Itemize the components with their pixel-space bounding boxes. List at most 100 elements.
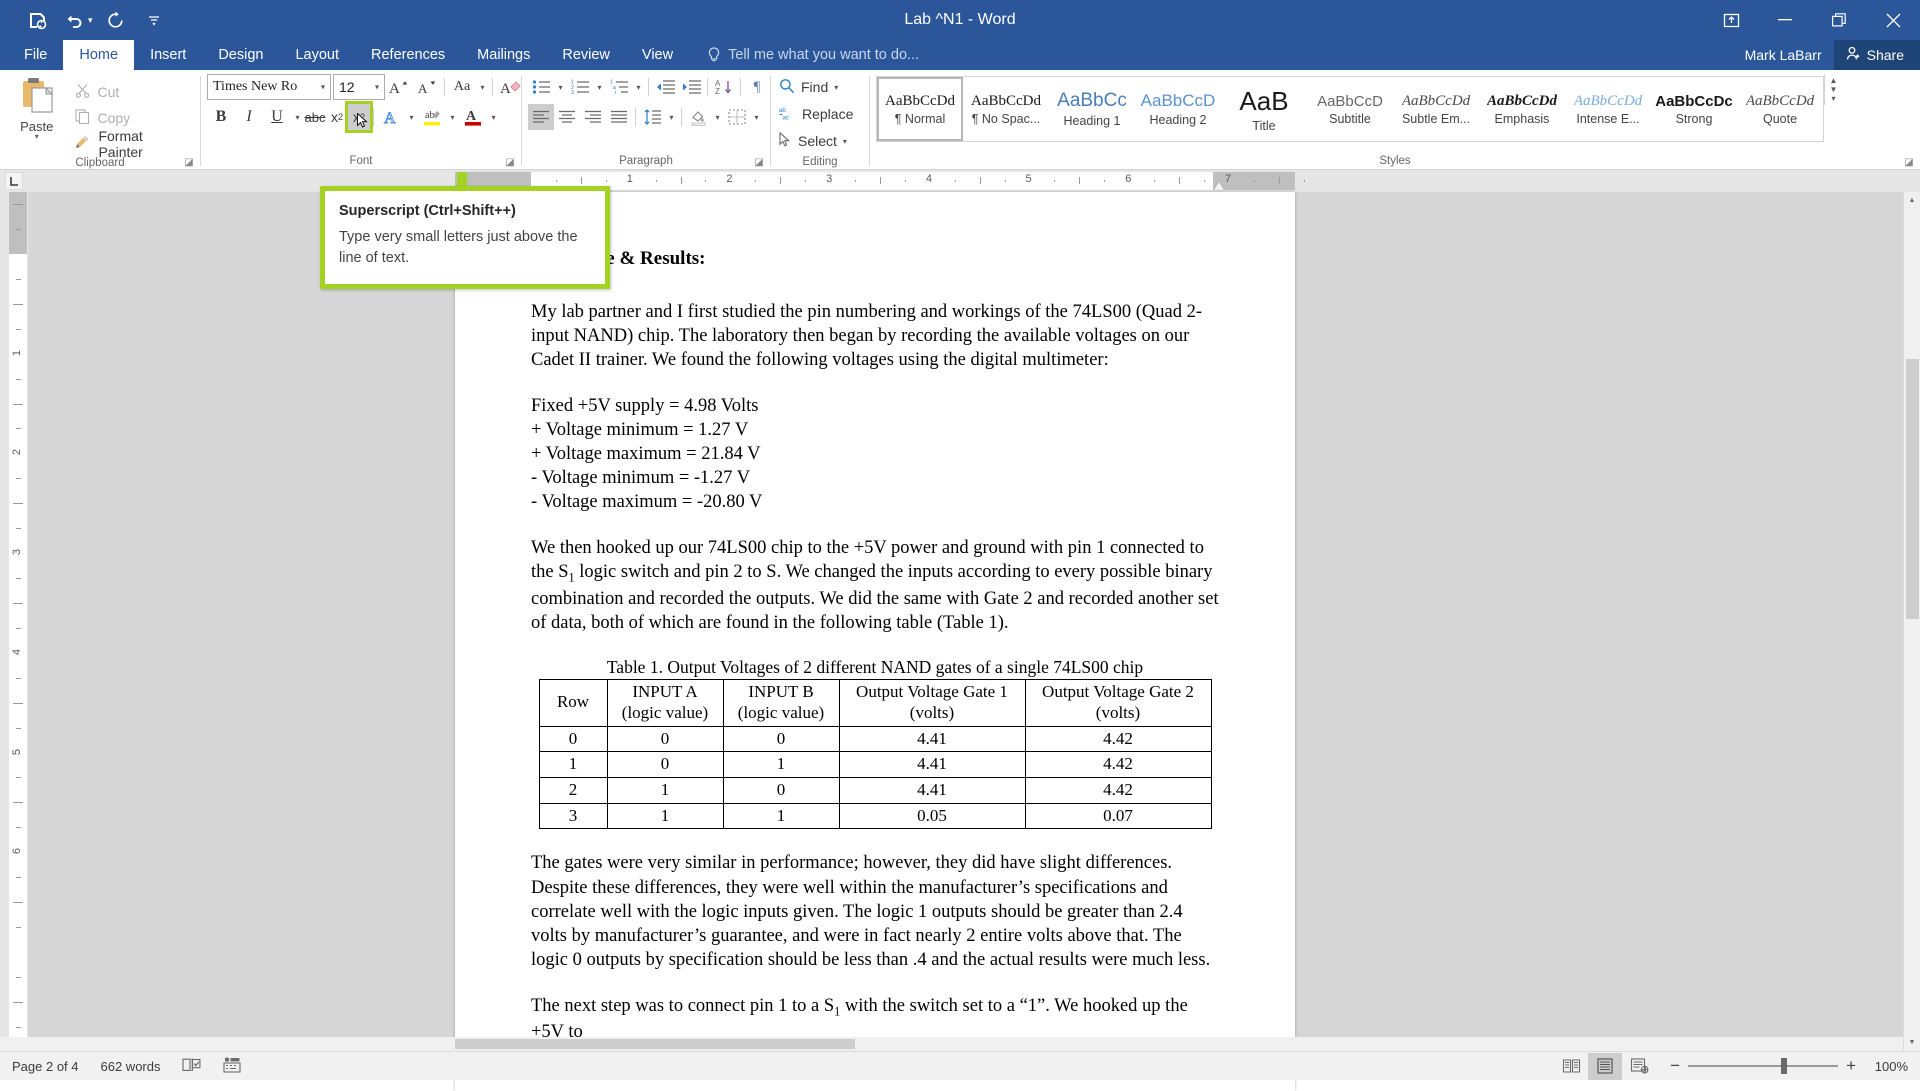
tab-review[interactable]: Review	[546, 40, 626, 70]
style-item-normal[interactable]: AaBbCcDd¶ Normal	[877, 77, 963, 141]
save-icon[interactable]	[18, 5, 56, 35]
zoom-out-button[interactable]: −	[1670, 1059, 1680, 1073]
spelling-and-grammar-check-icon[interactable]	[182, 1057, 201, 1076]
tab-design[interactable]: Design	[202, 40, 279, 70]
macro-recording-icon[interactable]	[223, 1057, 242, 1076]
document-page[interactable]: Procedure & Results: My lab partner and …	[455, 192, 1295, 1091]
numbering-icon[interactable]: 123	[567, 74, 593, 100]
clipboard-dialog-launcher-icon[interactable]: ◪	[184, 157, 194, 167]
horizontal-scroll-thumb[interactable]	[455, 1039, 855, 1049]
shading-dropdown-icon[interactable]: ▾	[711, 104, 724, 130]
style-item-title[interactable]: AaBTitle	[1221, 77, 1307, 141]
right-indent-marker[interactable]	[1214, 182, 1224, 190]
font-color-dropdown-icon[interactable]: ▾	[487, 104, 500, 130]
print-layout-icon[interactable]	[1588, 1053, 1622, 1080]
tab-insert[interactable]: Insert	[134, 40, 202, 70]
paste-dropdown-icon[interactable]: ▾	[35, 134, 39, 140]
zoom-slider[interactable]: − +	[1670, 1059, 1856, 1073]
font-color-icon[interactable]: A	[459, 104, 487, 130]
style-item-emphasis[interactable]: AaBbCcDdEmphasis	[1479, 77, 1565, 141]
zoom-track[interactable]	[1688, 1065, 1838, 1067]
line-spacing-dropdown-icon[interactable]: ▾	[665, 104, 678, 130]
grow-font-icon[interactable]: A	[385, 74, 413, 100]
styles-more-icon[interactable]: ▾	[1831, 94, 1835, 103]
style-item-heading-2[interactable]: AaBbCcDHeading 2	[1135, 77, 1221, 141]
text-effects-dropdown-icon[interactable]: ▾	[405, 104, 418, 130]
minimize-icon[interactable]	[1758, 0, 1812, 40]
line-spacing-icon[interactable]	[639, 104, 665, 130]
vertical-scrollbar[interactable]: ▲ ▼	[1903, 192, 1920, 1051]
restore-icon[interactable]	[1812, 0, 1866, 40]
align-left-icon[interactable]	[528, 104, 554, 130]
user-name[interactable]: Mark LaBarr	[1745, 47, 1834, 63]
tab-home[interactable]: Home	[63, 40, 134, 70]
tab-layout[interactable]: Layout	[279, 40, 355, 70]
change-case-icon[interactable]: Aa	[448, 74, 476, 100]
increase-indent-icon[interactable]	[678, 74, 704, 100]
paragraph-dialog-launcher-icon[interactable]: ◪	[754, 157, 764, 167]
paste-button[interactable]: Paste ▾	[6, 74, 67, 140]
tab-file[interactable]: File	[8, 40, 63, 70]
show-formatting-marks-icon[interactable]: ¶	[744, 74, 770, 100]
text-highlight-dropdown-icon[interactable]: ▾	[446, 104, 459, 130]
undo-dropdown-icon[interactable]: ▾	[88, 15, 97, 26]
zoom-thumb[interactable]	[1781, 1058, 1787, 1074]
sort-icon[interactable]: AZ	[711, 74, 737, 100]
tab-view[interactable]: View	[626, 40, 689, 70]
superscript-icon[interactable]: x2	[348, 104, 370, 130]
strikethrough-icon[interactable]: abc	[304, 104, 326, 130]
share-button[interactable]: Share	[1834, 40, 1920, 70]
tab-stop-selector[interactable]	[0, 170, 28, 192]
vertical-scroll-thumb[interactable]	[1906, 359, 1919, 619]
word-count[interactable]: 662 words	[101, 1059, 161, 1074]
style-item-no-spac[interactable]: AaBbCcDd¶ No Spac...	[963, 77, 1049, 141]
borders-icon[interactable]	[724, 104, 750, 130]
copy-button[interactable]: Copy	[71, 106, 194, 130]
tab-mailings[interactable]: Mailings	[461, 40, 546, 70]
styles-dialog-launcher-icon[interactable]: ◪	[1904, 157, 1914, 167]
cut-button[interactable]: Cut	[71, 80, 194, 104]
horizontal-ruler[interactable]: 1234567	[0, 170, 1920, 192]
italic-icon[interactable]: I	[235, 104, 263, 130]
results-table[interactable]: Row INPUT A (logic value) INPUT B (logic…	[539, 679, 1212, 829]
ribbon-display-options-icon[interactable]	[1704, 0, 1758, 40]
chevron-down-icon[interactable]: ▾	[375, 83, 379, 92]
select-dropdown-icon[interactable]: ▾	[843, 137, 847, 146]
style-item-heading-1[interactable]: AaBbCcHeading 1	[1049, 77, 1135, 141]
tab-references[interactable]: References	[355, 40, 461, 70]
web-layout-icon[interactable]	[1622, 1053, 1656, 1080]
styles-scroll-up-icon[interactable]: ▲	[1830, 76, 1838, 85]
decrease-indent-icon[interactable]	[652, 74, 678, 100]
read-mode-icon[interactable]	[1554, 1053, 1588, 1080]
bullets-dropdown-icon[interactable]: ▾	[554, 74, 567, 100]
multilevel-list-dropdown-icon[interactable]: ▾	[632, 74, 645, 100]
style-item-quote[interactable]: AaBbCcDdQuote	[1737, 77, 1823, 141]
font-dialog-launcher-icon[interactable]: ◪	[505, 157, 515, 167]
styles-gallery[interactable]: AaBbCcDd¶ NormalAaBbCcDd¶ No Spac...AaBb…	[876, 76, 1824, 142]
style-item-strong[interactable]: AaBbCcDcStrong	[1651, 77, 1737, 141]
close-icon[interactable]	[1866, 0, 1920, 40]
replace-button[interactable]: abac Replace	[779, 101, 853, 127]
font-size-combobox[interactable]: 12 ▾	[333, 74, 385, 100]
chevron-down-icon[interactable]: ▾	[321, 83, 325, 92]
shrink-font-icon[interactable]: A	[413, 74, 441, 100]
page-indicator[interactable]: Page 2 of 4	[12, 1059, 79, 1074]
justify-icon[interactable]	[606, 104, 632, 130]
horizontal-scrollbar[interactable]	[0, 1037, 1903, 1051]
text-effects-icon[interactable]: A	[377, 104, 405, 130]
find-dropdown-icon[interactable]: ▾	[834, 83, 838, 92]
scroll-down-icon[interactable]: ▼	[1904, 1034, 1920, 1051]
style-item-intense-e[interactable]: AaBbCcDdIntense E...	[1565, 77, 1651, 141]
shading-icon[interactable]	[685, 104, 711, 130]
styles-gallery-scroll[interactable]: ▲ ▼ ▾	[1824, 74, 1842, 105]
select-button[interactable]: Select ▾	[779, 128, 847, 154]
scroll-up-icon[interactable]: ▲	[1904, 192, 1920, 209]
subscript-icon[interactable]: x2	[326, 104, 348, 130]
underline-icon[interactable]: U	[263, 104, 291, 130]
styles-scroll-down-icon[interactable]: ▼	[1830, 85, 1838, 94]
clear-formatting-icon[interactable]: A	[496, 74, 524, 100]
bold-icon[interactable]: B	[207, 104, 235, 130]
style-item-subtitle[interactable]: AaBbCcDSubtitle	[1307, 77, 1393, 141]
bullets-icon[interactable]	[528, 74, 554, 100]
multilevel-list-icon[interactable]: 1ai	[606, 74, 632, 100]
